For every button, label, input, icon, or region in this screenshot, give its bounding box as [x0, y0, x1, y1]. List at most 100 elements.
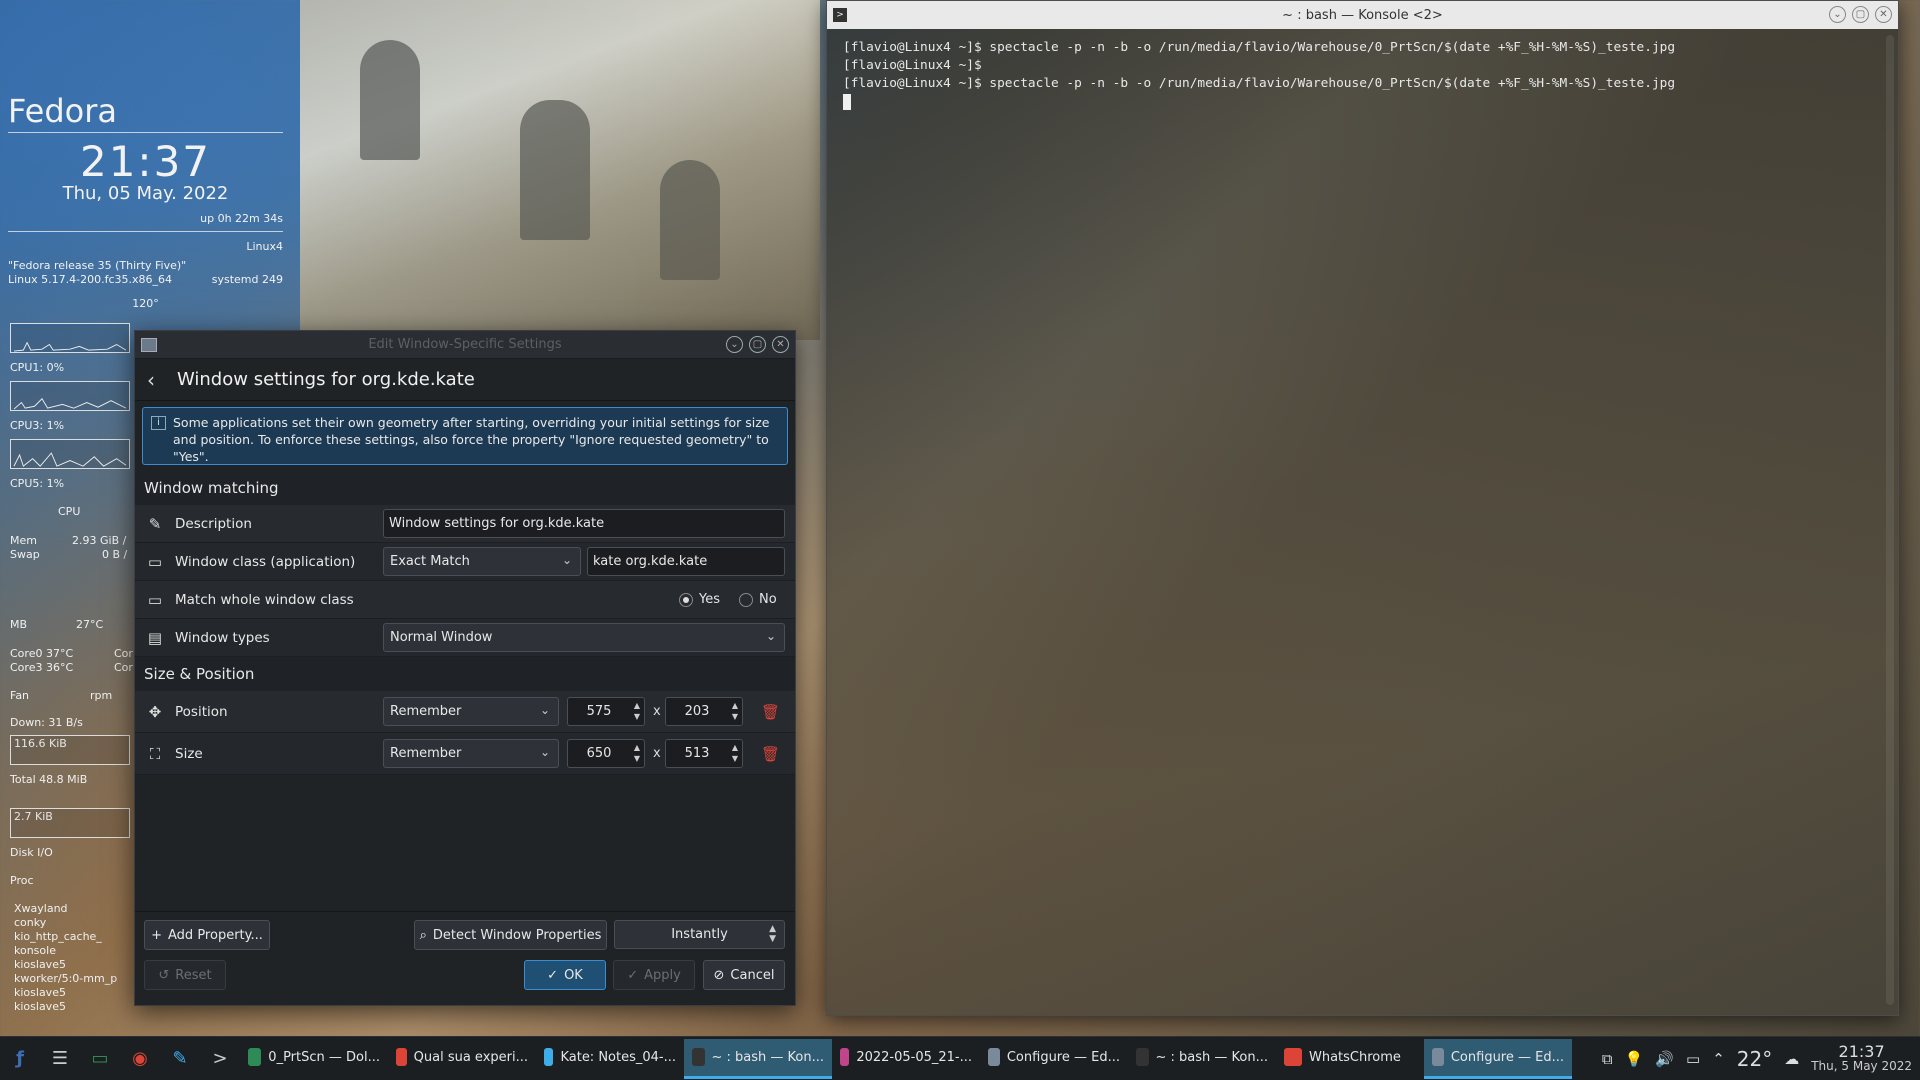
close-icon[interactable]: ✕	[1875, 6, 1892, 23]
taskbar-task[interactable]: Configure — Ed...	[980, 1039, 1128, 1079]
net-total: Total 48.8 MiB	[10, 773, 88, 786]
core-right-1: Cor	[114, 647, 133, 660]
size-width-spinbox[interactable]: 650 ▲ ▼	[567, 739, 645, 768]
terminal-cursor	[843, 93, 851, 110]
search-icon: ⌕	[419, 927, 427, 943]
taskbar-task[interactable]: ~ : bash — Kon...	[684, 1038, 832, 1079]
close-icon[interactable]: ✕	[772, 336, 789, 353]
match-whole-label: Match whole window class	[175, 591, 354, 608]
clipboard-icon[interactable]: ⧉	[1602, 1050, 1613, 1068]
terminal-line: [flavio@Linux4 ~]$	[843, 58, 982, 73]
taskbar-task[interactable]: Kate: Notes_04-...	[536, 1039, 684, 1079]
radio-selected-icon	[679, 592, 693, 607]
move-icon: ✥	[148, 702, 162, 721]
back-arrow-icon[interactable]: ‹	[147, 368, 171, 392]
window-types-combo[interactable]: Normal Window ⌄	[383, 623, 785, 652]
spin-arrows-icon[interactable]: ▲ ▼	[732, 742, 738, 764]
lightbulb-icon[interactable]: 💡	[1625, 1050, 1644, 1068]
fan-label: Fan	[10, 689, 30, 702]
mem-label: Mem	[10, 534, 37, 547]
minimize-icon[interactable]: ⌄	[1829, 6, 1846, 23]
cpu3-label: CPU3: 1%	[10, 419, 65, 432]
reset-button[interactable]: ↺ Reset	[144, 960, 226, 990]
taskbar-task-label: Configure — Ed...	[1006, 1049, 1120, 1065]
kate-icon[interactable]: ✎	[162, 1041, 198, 1077]
chevron-down-icon: ⌄	[765, 629, 776, 643]
radio-yes[interactable]: Yes	[679, 592, 720, 607]
position-rule-combo[interactable]: Remember ⌄	[383, 697, 559, 726]
process-item: Xwayland	[14, 902, 68, 915]
cancel-button[interactable]: ⊘ Cancel	[703, 960, 785, 990]
terminal-icon: >	[833, 8, 847, 22]
spin-arrows-icon[interactable]: ▲ ▼	[634, 700, 640, 722]
position-label: Position	[175, 703, 228, 720]
section-size-position: Size & Position	[135, 657, 795, 691]
cloud-icon[interactable]: ☁	[1784, 1050, 1799, 1068]
volume-icon[interactable]: 🔊	[1655, 1050, 1674, 1068]
conky-date: Thu, 05 May. 2022	[62, 183, 229, 204]
dialog-titlebar[interactable]: Edit Window-Specific Settings ⌄ ▢ ✕	[135, 331, 795, 359]
window-class-field[interactable]: kate org.kde.kate	[587, 547, 785, 576]
process-item: kio_http_cache_	[14, 930, 102, 943]
minimize-icon[interactable]: ⌄	[726, 336, 743, 353]
position-x-value: 575	[586, 704, 612, 719]
spin-arrows-icon[interactable]: ▲ ▼	[732, 700, 738, 722]
window-rules-dialog[interactable]: Edit Window-Specific Settings ⌄ ▢ ✕ ‹ Wi…	[134, 330, 796, 1006]
position-y-spinbox[interactable]: 203 ▲ ▼	[665, 697, 743, 726]
digital-clock[interactable]: 21:37 Thu, 5 May 2022	[1811, 1044, 1912, 1074]
konsole-titlebar[interactable]: > ~ : bash — Konsole <2> ⌄ ▢ ✕	[827, 1, 1898, 29]
position-x-spinbox[interactable]: 575 ▲ ▼	[567, 697, 645, 726]
weather-temperature[interactable]: 22°	[1737, 1047, 1772, 1071]
system-settings-icon[interactable]: ☰	[42, 1041, 78, 1077]
terminal-icon[interactable]: >	[202, 1041, 238, 1077]
taskbar-task[interactable]: Configure — Ed...	[1424, 1038, 1572, 1079]
maximize-icon[interactable]: ▢	[749, 336, 766, 353]
taskbar-task[interactable]: 2022-05-05_21-...	[832, 1039, 980, 1079]
uptime: up 0h 22m 34s	[200, 212, 283, 225]
chevron-down-icon: ⌄	[539, 703, 550, 717]
add-property-button[interactable]: + Add Property...	[144, 920, 270, 950]
size-height-spinbox[interactable]: 513 ▲ ▼	[665, 739, 743, 768]
property-row-match-whole: ▭ Match whole window class Yes No	[135, 581, 795, 619]
description-field[interactable]: Window settings for org.kde.kate	[383, 509, 785, 538]
description-label: Description	[175, 515, 252, 532]
maximize-icon[interactable]: ▢	[1852, 6, 1869, 23]
delete-icon[interactable]: 🗑	[761, 703, 780, 721]
taskbar-task[interactable]: Qual sua experi...	[388, 1039, 536, 1079]
radio-no[interactable]: No	[739, 592, 777, 607]
file-manager-icon[interactable]: ▭	[82, 1041, 118, 1077]
settings-window-icon	[988, 1048, 1000, 1066]
wallpaper-building	[300, 0, 820, 340]
process-item: kioslave5	[14, 1000, 66, 1013]
fedora-menu-icon[interactable]: ƒ	[2, 1041, 38, 1077]
terminal-output[interactable]: [flavio@Linux4 ~]$ spectacle -p -n -b -o…	[827, 29, 1898, 121]
size-rule-combo[interactable]: Remember ⌄	[383, 739, 559, 768]
spin-arrows-icon[interactable]: ▲ ▼	[769, 924, 776, 944]
detect-properties-button[interactable]: ⌕ Detect Window Properties	[414, 920, 607, 950]
core0-temp: Core0 37°C	[10, 647, 74, 660]
mem-value: 2.93 GiB /	[72, 534, 127, 547]
hostname: Linux4	[246, 240, 283, 253]
chrome-icon[interactable]: ◉	[122, 1041, 158, 1077]
ok-button[interactable]: ✓ OK	[524, 960, 606, 990]
radio-no-label: No	[759, 592, 777, 607]
conky-widget: Fedora 21:37 Thu, 05 May. 2022 up 0h 22m…	[8, 92, 283, 310]
taskbar-task-label: 0_PrtScn — Dol...	[268, 1049, 380, 1065]
display-icon[interactable]: ▭	[1686, 1050, 1700, 1068]
delete-icon[interactable]: 🗑	[761, 745, 780, 763]
net-down: Down: 31 B/s	[10, 716, 83, 729]
cancel-icon: ⊘	[713, 967, 725, 983]
detect-delay-spinbox[interactable]: Instantly ▲ ▼	[614, 920, 785, 949]
image-viewer-icon	[840, 1048, 850, 1066]
konsole-window[interactable]: > ~ : bash — Konsole <2> ⌄ ▢ ✕ [flavio@L…	[826, 0, 1899, 1016]
property-row-size: ⛶ Size Remember ⌄ 650 ▲ ▼ x 513 ▲ ▼ 🗑	[135, 733, 795, 775]
apply-button[interactable]: ✓ Apply	[613, 960, 695, 990]
taskbar-task[interactable]: 0_PrtScn — Dol...	[240, 1039, 388, 1079]
spin-arrows-icon[interactable]: ▲ ▼	[634, 742, 640, 764]
class-match-combo[interactable]: Exact Match ⌄	[383, 547, 581, 576]
taskbar-task[interactable]: WhatsChrome	[1276, 1039, 1424, 1079]
expand-tray-icon[interactable]: ⌃	[1712, 1050, 1725, 1068]
konsole-scrollbar[interactable]	[1886, 35, 1894, 1005]
taskbar-task[interactable]: ~ : bash — Kon...	[1128, 1039, 1276, 1079]
window-types-icon: ▤	[147, 628, 163, 647]
